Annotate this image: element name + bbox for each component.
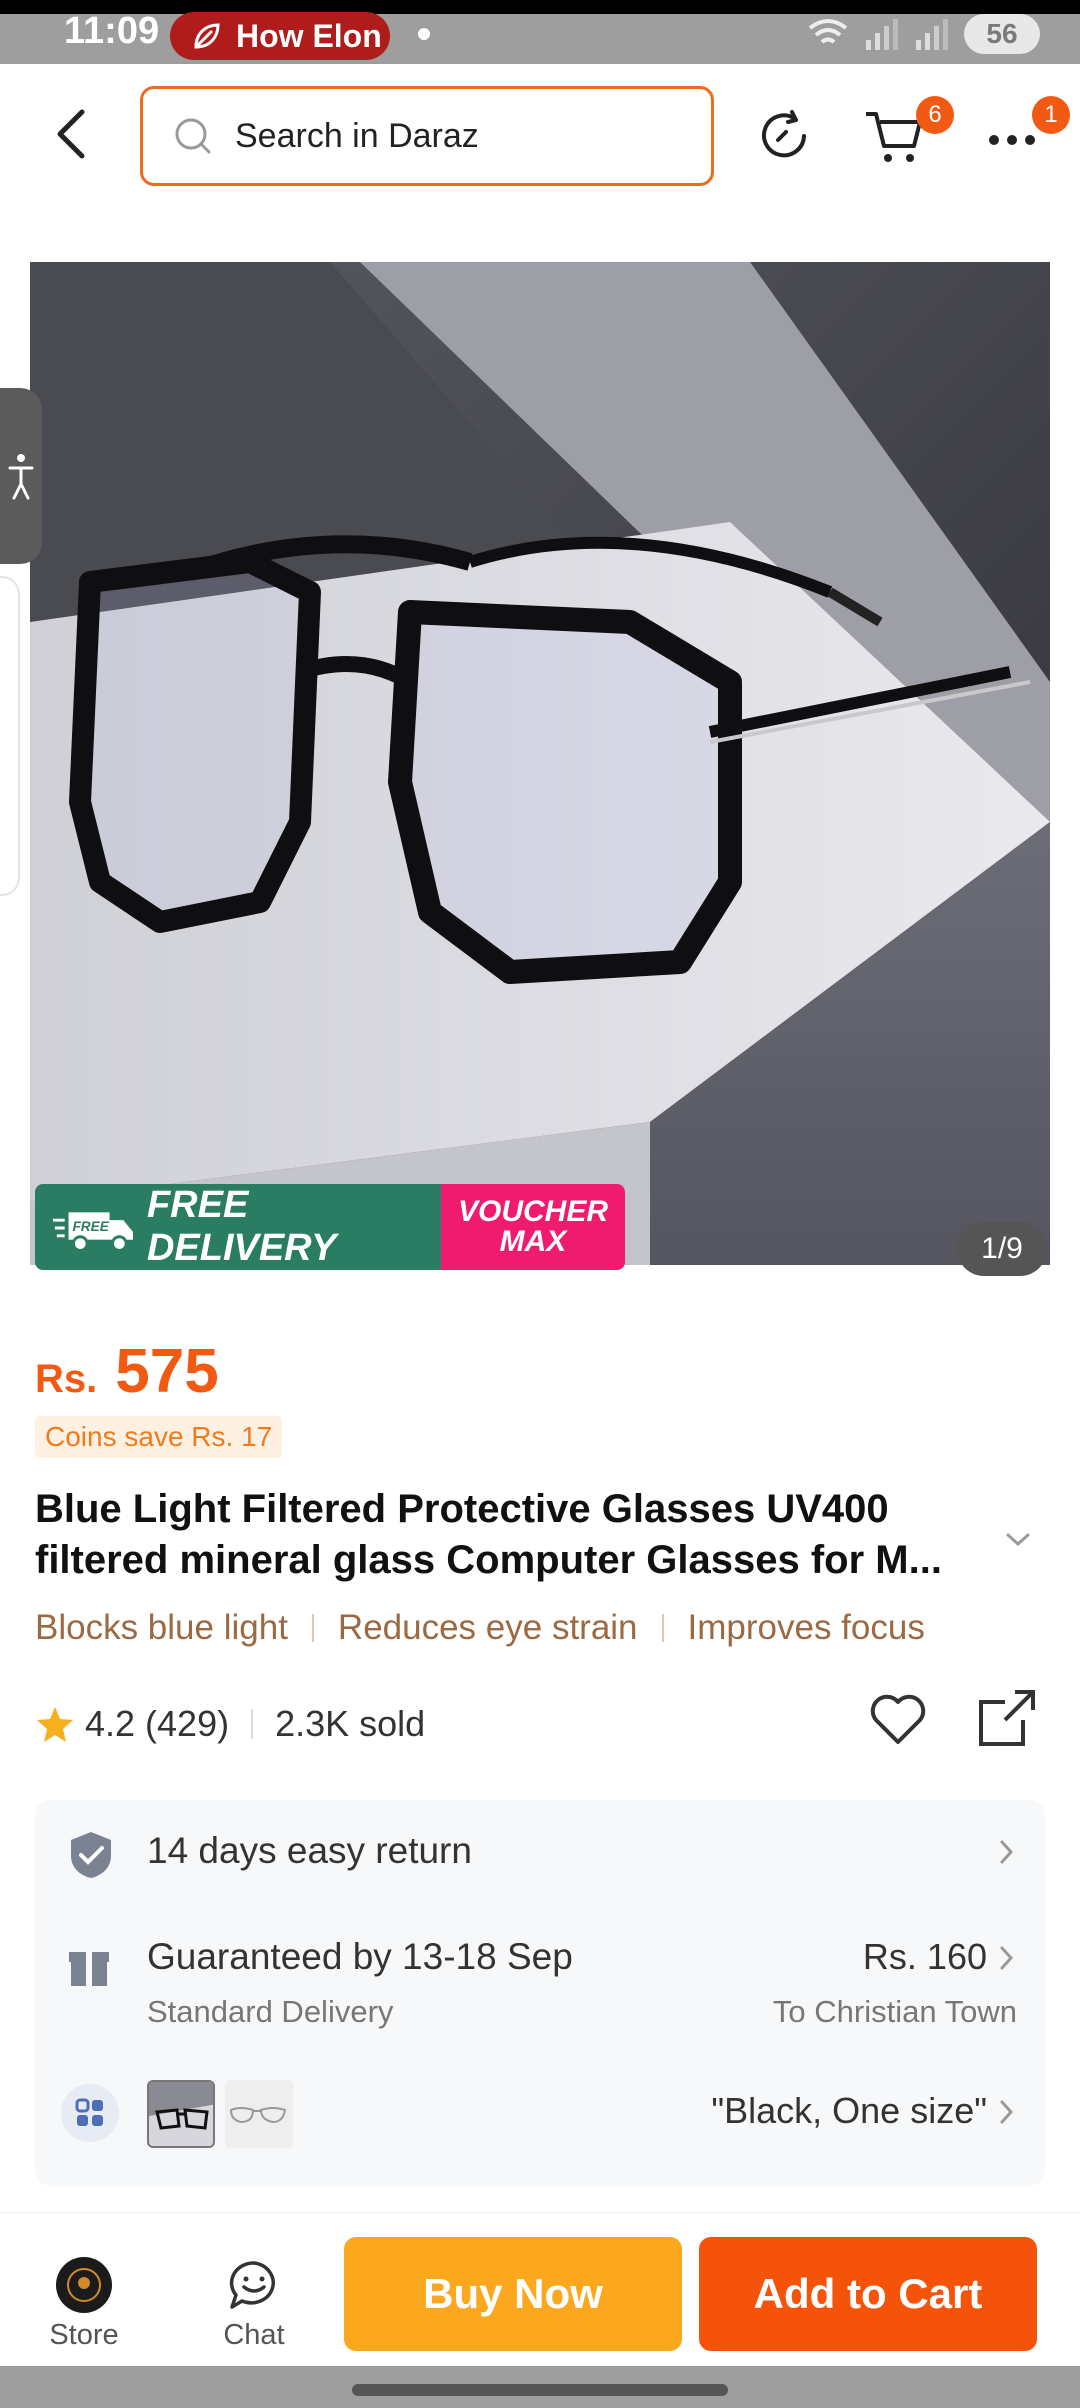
promo-banner: FREE FREE DELIVERY VOUCHER MAX [35,1184,625,1270]
voucher-line1: VOUCHER [457,1195,608,1228]
wifi-icon [808,19,848,44]
search-input[interactable]: Search in Daraz [140,86,714,186]
delivery-truck-icon: FREE [52,1212,133,1252]
delivery-location: To Christian Town [772,1994,1017,2029]
bottom-action-bar: Store Chat Buy Now Add to Cart [0,2212,1080,2366]
heart-icon[interactable] [866,1688,930,1752]
chevron-down-icon[interactable] [1004,1530,1032,1550]
store-button[interactable]: Store [44,2257,124,2352]
delivery-row[interactable]: Guaranteed by 13-18 Sep Standard Deliver… [35,1906,1045,2042]
sold-count: 2.3K sold [275,1703,426,1744]
feature-divider [311,1614,314,1642]
signal-icon [866,19,898,50]
side-drawer-handle[interactable] [0,576,20,896]
variant-grid-icon [61,2084,119,2142]
store-logo-icon [56,2257,112,2313]
shield-check-icon [71,1832,111,1878]
feature-item: Blocks blue light [35,1608,288,1647]
accessibility-icon [8,454,34,500]
price-amount: 575 [115,1337,219,1406]
battery-level: 56 [986,18,1018,49]
status-time: 11:09 [64,10,160,52]
feature-divider [661,1614,664,1642]
signal-icon-2 [916,19,948,50]
buy-now-button[interactable]: Buy Now [344,2237,682,2351]
rating-divider [251,1709,254,1739]
menu-badge: 1 [1032,96,1070,134]
feature-highlights: Blocks blue light Reduces eye strain Imp… [35,1608,925,1648]
variant-label: "Black, One size" [711,2090,987,2131]
status-icons: 56 [806,14,1040,54]
store-label: Store [49,2319,119,2351]
delivery-price: Rs. 160 [862,1936,987,1977]
free-tag-text: FREE [72,1219,109,1234]
product-image-gallery[interactable] [30,262,1050,1265]
history-icon[interactable] [752,104,816,168]
voucher-max-tag: VOUCHER MAX [441,1184,625,1270]
rating-value: 4.2 [85,1703,136,1744]
price: Rs. 575 [35,1336,219,1407]
top-header: Search in Daraz 6 1 [0,64,1080,214]
return-label: 14 days easy return [147,1830,472,1871]
delivery-sub: Standard Delivery [147,1994,394,2029]
free-delivery-tag: FREE FREE DELIVERY [35,1184,441,1270]
status-bar: 11:09 How Elon 56 [0,0,1080,64]
share-icon[interactable] [975,1686,1039,1750]
back-arrow-icon[interactable] [44,104,104,164]
chevron-right-icon [1000,1946,1014,1970]
feature-item: Improves focus [687,1608,925,1647]
home-gesture-pill[interactable] [352,2384,728,2396]
accessibility-tab[interactable] [0,388,42,564]
product-title[interactable]: Blue Light Filtered Protective Glasses U… [35,1484,1015,1586]
voucher-line2: MAX [499,1225,567,1258]
chat-icon [229,2261,275,2309]
gift-box-icon [69,1952,109,1986]
cart-badge: 6 [916,96,954,134]
system-nav-bar [0,2366,1080,2408]
product-image [30,262,1050,1265]
notification-pill-text: How Elon [236,17,382,54]
free-delivery-label: FREE DELIVERY [146,1184,337,1269]
star-icon [37,1707,73,1742]
review-count: (429) [145,1703,230,1744]
search-placeholder: Search in Daraz [235,116,479,155]
variant-thumb-silver[interactable] [225,2080,293,2148]
price-currency: Rs. [35,1357,98,1401]
feature-item: Reduces eye strain [337,1608,638,1647]
search-icon [175,118,211,154]
service-info-card: 14 days easy return Guaranteed by 13-18 … [35,1800,1045,2186]
image-counter: 1/9 [957,1222,1047,1276]
coins-save-badge: Coins save Rs. 17 [35,1416,283,1458]
leaf-icon [194,23,220,49]
variant-row[interactable]: "Black, One size" [35,2042,1045,2186]
variant-thumb-black[interactable] [147,2080,215,2148]
chevron-right-icon [1000,2100,1014,2124]
notification-pill[interactable]: How Elon [170,12,390,60]
return-policy-row[interactable]: 14 days easy return [35,1800,1045,1906]
notification-dot [418,28,430,40]
battery-indicator: 56 [964,14,1040,54]
delivery-label: Guaranteed by 13-18 Sep [147,1936,573,1977]
chevron-right-icon [1000,1840,1014,1864]
status-bar-edge [0,0,1080,14]
add-to-cart-button[interactable]: Add to Cart [699,2237,1037,2351]
chat-button[interactable]: Chat [214,2257,294,2352]
chat-label: Chat [223,2319,285,2351]
